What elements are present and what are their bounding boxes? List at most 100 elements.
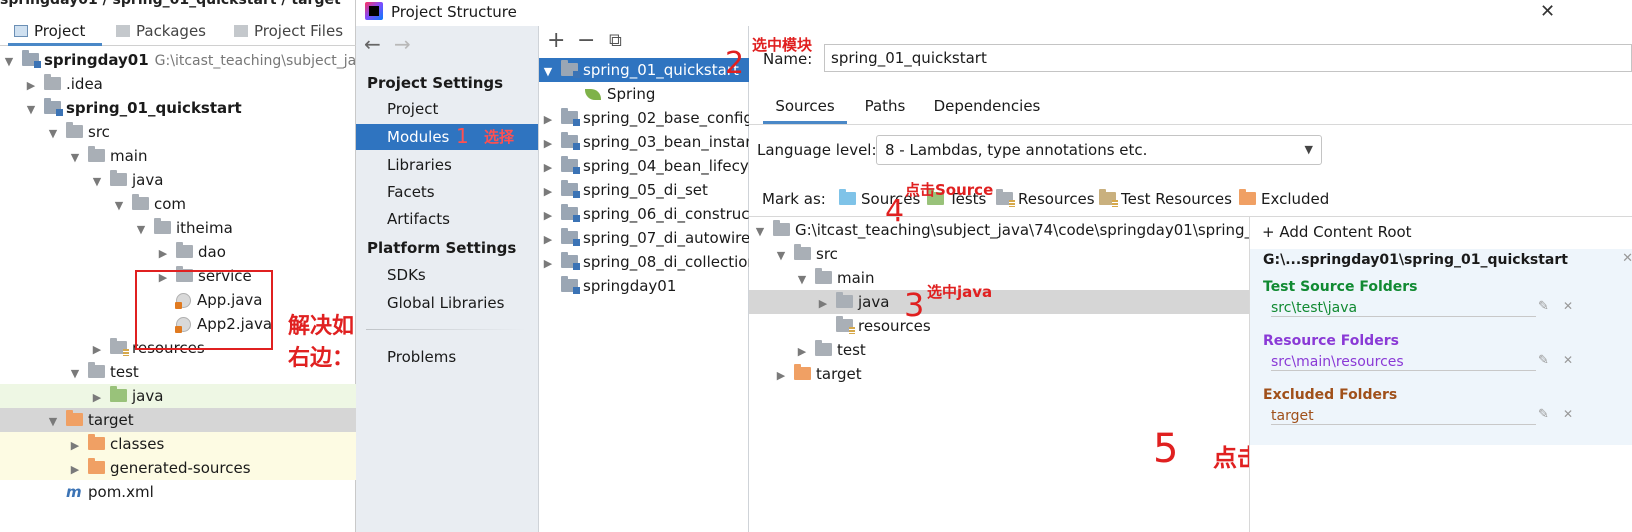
expand-icon[interactable]: ▶: [541, 204, 555, 226]
content-node-src[interactable]: ▼ src: [749, 242, 1249, 266]
content-node-java[interactable]: ▶ java: [749, 290, 1249, 314]
content-node-resources[interactable]: resources: [749, 314, 1249, 338]
expand-icon[interactable]: ▼: [795, 268, 809, 290]
expand-down-icon[interactable]: ▼: [112, 194, 126, 216]
close-icon[interactable]: ✕: [1540, 1, 1555, 22]
expand-right-icon[interactable]: ▶: [68, 458, 82, 480]
remove-icon[interactable]: −: [577, 28, 595, 53]
expand-down-icon[interactable]: ▼: [46, 410, 60, 432]
tree-node-classes[interactable]: ▶ classes: [0, 432, 356, 456]
tree-node-pom-xml[interactable]: m pom.xml: [0, 480, 356, 504]
content-node-test[interactable]: ▶ test: [749, 338, 1249, 362]
close-icon[interactable]: ✕: [1622, 251, 1632, 266]
tree-node-label: java: [132, 387, 164, 405]
expand-icon[interactable]: ▶: [816, 292, 830, 314]
mark-excluded-button[interactable]: Excluded: [1239, 189, 1329, 212]
mark-test-resources-button[interactable]: Test Resources: [1099, 189, 1232, 212]
tab-paths[interactable]: Paths: [853, 92, 917, 124]
tree-node-dao[interactable]: ▶ dao: [0, 240, 356, 264]
close-icon[interactable]: ✕: [1563, 353, 1573, 367]
tab-sources[interactable]: Sources: [763, 92, 847, 124]
project-icon: [14, 25, 28, 37]
tab-dependencies[interactable]: Dependencies: [927, 92, 1047, 124]
module-item[interactable]: ▶ spring_02_base_config: [539, 106, 749, 130]
edit-icon[interactable]: ✎: [1538, 299, 1549, 314]
tree-node-generated-sources[interactable]: ▶ generated-sources: [0, 456, 356, 480]
tree-node-src[interactable]: ▼ src: [0, 120, 356, 144]
edit-icon[interactable]: ✎: [1538, 353, 1549, 368]
name-input[interactable]: spring_01_quickstart: [824, 44, 1632, 72]
expand-icon[interactable]: ▶: [541, 132, 555, 154]
module-item[interactable]: ▶ spring_08_di_collection: [539, 250, 749, 274]
expand-icon[interactable]: ▼: [541, 60, 555, 82]
expand-right-icon[interactable]: ▶: [90, 386, 104, 408]
expand-down-icon[interactable]: ▼: [24, 98, 38, 120]
expand-down-icon[interactable]: ▼: [46, 122, 60, 144]
expand-icon[interactable]: ▶: [774, 364, 788, 386]
nav-item-artifacts[interactable]: Artifacts: [356, 206, 538, 232]
expand-down-icon[interactable]: ▼: [68, 146, 82, 168]
module-item[interactable]: ▶ spring_07_di_autowire: [539, 226, 749, 250]
content-node-root[interactable]: ▼ G:\itcast_teaching\subject_java\74\code…: [749, 218, 1249, 242]
expand-down-icon[interactable]: ▼: [68, 362, 82, 384]
expand-down-icon[interactable]: ▼: [2, 50, 16, 72]
tree-node-java[interactable]: ▶ java: [0, 384, 356, 408]
forward-arrow-icon[interactable]: →: [394, 32, 411, 56]
expand-icon[interactable]: ▼: [774, 244, 788, 266]
nav-item-global-libraries[interactable]: Global Libraries: [356, 290, 538, 316]
tab-project-files[interactable]: Project Files: [234, 18, 356, 46]
expand-right-icon[interactable]: ▶: [68, 434, 82, 456]
module-item[interactable]: ▶ spring_04_bean_lifecycle: [539, 154, 749, 178]
tree-node-springday01[interactable]: ▼ springday01 G:\itcast_teaching\subject_j…: [0, 48, 356, 72]
expand-icon[interactable]: ▶: [541, 228, 555, 250]
nav-item-sdks[interactable]: SDKs: [356, 262, 538, 288]
tree-node-java[interactable]: ▼ java: [0, 168, 356, 192]
mark-resources-button[interactable]: Resources: [996, 189, 1095, 212]
back-arrow-icon[interactable]: ←: [364, 32, 381, 56]
module-item[interactable]: ▼ spring_01_quickstart: [539, 58, 749, 82]
expand-icon[interactable]: ▶: [541, 108, 555, 130]
resources-folder-icon: [996, 189, 1015, 207]
root-section-path[interactable]: src\main\resources: [1271, 354, 1536, 371]
module-item[interactable]: ▶ spring_05_di_set: [539, 178, 749, 202]
module-item[interactable]: springday01: [539, 274, 749, 298]
expand-right-icon[interactable]: ▶: [156, 242, 170, 264]
expand-down-icon[interactable]: ▼: [134, 218, 148, 240]
expand-down-icon[interactable]: ▼: [90, 170, 104, 192]
language-level-select[interactable]: 8 - Lambdas, type annotations etc. ▼: [876, 135, 1322, 165]
expand-icon[interactable]: ▶: [541, 252, 555, 274]
tree-node-itheima[interactable]: ▼ itheima: [0, 216, 356, 240]
tab-project[interactable]: Project: [8, 18, 102, 46]
nav-item-project[interactable]: Project: [356, 96, 538, 122]
add-content-root-button[interactable]: + Add Content Root: [1262, 223, 1412, 241]
content-node-target[interactable]: ▶ target: [749, 362, 1249, 386]
copy-icon[interactable]: ⧉: [609, 30, 622, 51]
expand-right-icon[interactable]: ▶: [90, 338, 104, 360]
expand-icon[interactable]: ▼: [753, 220, 767, 242]
edit-icon[interactable]: ✎: [1538, 407, 1549, 422]
expand-icon[interactable]: ▶: [541, 156, 555, 178]
root-section-path[interactable]: target: [1271, 408, 1536, 425]
tree-node--idea[interactable]: ▶ .idea: [0, 72, 356, 96]
module-item[interactable]: ▶ spring_06_di_constructor: [539, 202, 749, 226]
nav-item-libraries[interactable]: Libraries: [356, 152, 538, 178]
close-icon[interactable]: ✕: [1563, 407, 1573, 421]
tree-node-spring-01-quickstart[interactable]: ▼ spring_01_quickstart: [0, 96, 356, 120]
content-node-main[interactable]: ▼ main: [749, 266, 1249, 290]
expand-right-icon[interactable]: ▶: [24, 74, 38, 96]
tab-packages[interactable]: Packages: [116, 18, 226, 46]
tree-node-main[interactable]: ▼ main: [0, 144, 356, 168]
expand-icon[interactable]: ▶: [541, 180, 555, 202]
expand-icon[interactable]: ▶: [795, 340, 809, 362]
facet-spring[interactable]: Spring: [539, 82, 749, 106]
module-item[interactable]: ▶ spring_03_bean_instance: [539, 130, 749, 154]
folder-icon: [773, 220, 790, 236]
tree-node-com[interactable]: ▼ com: [0, 192, 356, 216]
add-icon[interactable]: +: [547, 28, 565, 53]
root-section-path[interactable]: src\test\java: [1271, 300, 1536, 317]
tree-node-target[interactable]: ▼ target: [0, 408, 356, 432]
close-icon[interactable]: ✕: [1563, 299, 1573, 313]
nav-item-facets[interactable]: Facets: [356, 179, 538, 205]
module-list: ▼ spring_01_quickstart Spring ▶ spring_02_ba…: [539, 58, 749, 498]
nav-item-problems[interactable]: Problems: [356, 344, 538, 370]
